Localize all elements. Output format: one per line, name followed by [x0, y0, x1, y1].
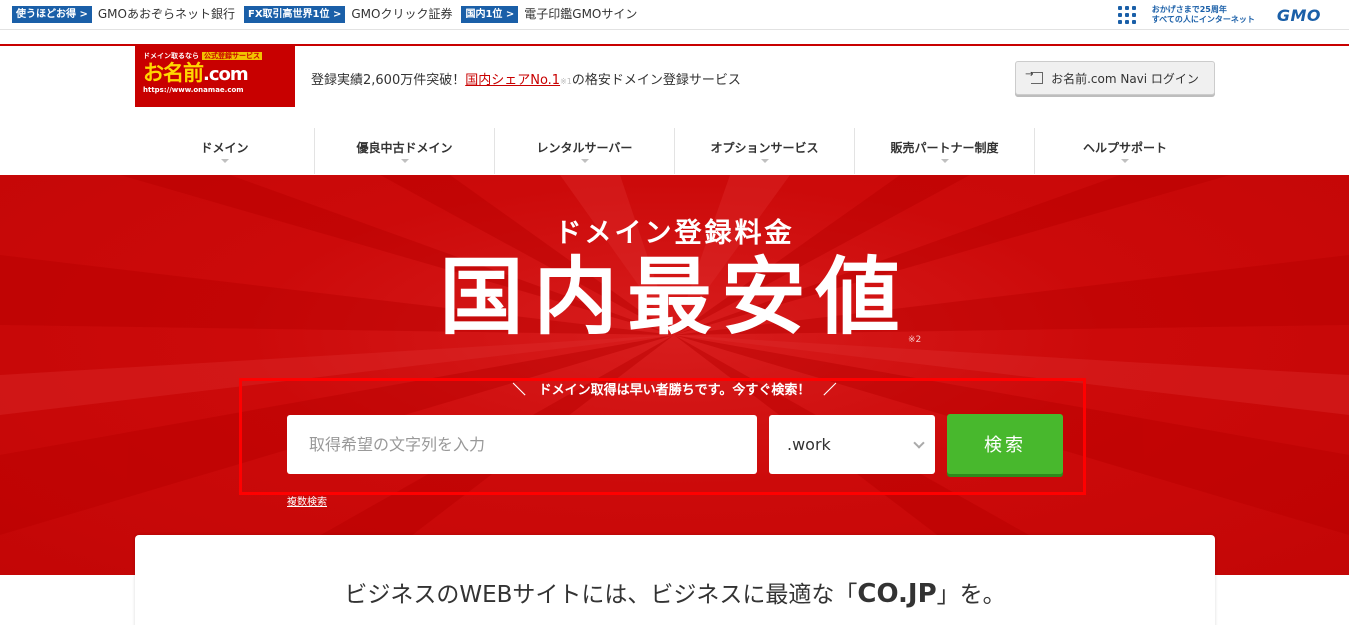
nav-item-partner[interactable]: 販売パートナー制度 — [855, 128, 1035, 174]
chevron-down-icon — [221, 159, 229, 163]
tld-selected-value: .work — [787, 435, 831, 454]
login-icon — [1025, 69, 1044, 84]
service-grid-icon[interactable] — [1117, 6, 1136, 24]
multi-search-link[interactable]: 複数検索 — [287, 493, 327, 508]
promo-text-after: 」を。 — [936, 582, 1006, 608]
anniversary-line2: すべての人にインターネット — [1151, 15, 1255, 24]
tagline-footnote: ※1 — [560, 77, 572, 86]
search-button[interactable]: 検索 — [947, 414, 1063, 474]
chevron-down-icon — [941, 159, 949, 163]
promo-cojp: CO.JP — [857, 579, 937, 609]
group-links: 使うほどお得 > GMOあおぞらネット銀行 FX取引高世界1位 > GMOクリッ… — [12, 6, 646, 23]
nav-label: ヘルプサポート — [1082, 141, 1167, 155]
chevron-down-icon — [761, 159, 769, 163]
nav-item-rental-server[interactable]: レンタルサーバー — [495, 128, 675, 174]
search-caption: ＼ ドメイン取得は早い者勝ちです。今すぐ検索！ ／ — [512, 383, 837, 398]
logo-main-text: お名前 — [143, 61, 204, 85]
anniversary-badge: おかげさまで25周年 すべての人にインターネット — [1152, 5, 1255, 25]
chevron-down-icon — [1121, 159, 1129, 163]
link-gmo-sign[interactable]: 電子印鑑GMOサイン — [524, 6, 637, 23]
cojp-promo-text: ビジネスのWEBサイトには、ビジネスに最適な「CO.JP」を。 — [135, 575, 1215, 609]
nav-label: ドメイン — [200, 141, 249, 155]
promo-badge-bank[interactable]: 使うほどお得 > — [12, 6, 92, 23]
header-tagline: 登録実績2,600万件突破！国内シェアNo.1※1の格安ドメイン登録サービス — [311, 69, 741, 88]
logo-dotcom-text: .com — [203, 64, 249, 85]
logo-official-badge: 公式登録サービス — [202, 52, 262, 60]
hero-title: 国内最安値 — [439, 248, 910, 346]
navi-login-label: お名前.com Navi ログイン — [1051, 71, 1199, 86]
nav-item-help[interactable]: ヘルプサポート — [1035, 128, 1215, 174]
logo-url: https://www.onamae.com — [143, 86, 244, 94]
nav-label: 販売パートナー制度 — [890, 141, 999, 155]
promo-badge-sign[interactable]: 国内1位 > — [461, 6, 519, 23]
cojp-promo-card: ビジネスのWEBサイトには、ビジネスに最適な「CO.JP」を。 — [135, 535, 1215, 625]
link-gmo-click-securities[interactable]: GMOクリック証券 — [351, 6, 452, 23]
nav-label: 優良中古ドメイン — [356, 141, 453, 155]
tagline-record: 登録実績2,600万件突破！ — [311, 73, 466, 88]
nav-item-domain[interactable]: ドメイン — [135, 128, 315, 174]
tagline-service: の格安ドメイン登録サービス — [571, 73, 741, 88]
nav-item-used-domain[interactable]: 優良中古ドメイン — [315, 128, 495, 174]
nav-label: オプションサービス — [710, 141, 819, 155]
hero-banner: ドメイン登録料金 国内最安値 ※2 ＼ ドメイン取得は早い者勝ちです。今すぐ検索… — [0, 175, 1349, 575]
nav-item-options[interactable]: オプションサービス — [675, 128, 855, 174]
anniversary-line1: おかげさまで25周年 — [1151, 5, 1227, 14]
chevron-down-icon — [401, 159, 409, 163]
gmo-group-bar: 使うほどお得 > GMOあおぞらネット銀行 FX取引高世界1位 > GMOクリッ… — [0, 0, 1349, 30]
onamae-logo[interactable]: ドメイン取るなら 公式登録サービス お名前.com https://www.ona… — [135, 46, 295, 107]
domain-search-input[interactable] — [287, 415, 757, 474]
chevron-down-icon — [913, 437, 925, 449]
gmo-logo[interactable]: GMO — [1277, 6, 1321, 25]
global-nav: ドメイン 優良中古ドメイン レンタルサーバー オプションサービス 販売パートナー… — [135, 128, 1215, 174]
hero-subtitle: ドメイン登録料金 — [554, 218, 795, 249]
promo-text-before: ビジネスのWEBサイトには、ビジネスに最適な「 — [344, 582, 858, 608]
nav-label: レンタルサーバー — [536, 141, 633, 155]
promo-badge-fx[interactable]: FX取引高世界1位 > — [243, 6, 346, 23]
logo-tagline: ドメイン取るなら — [143, 52, 199, 60]
tld-select[interactable]: .work — [769, 415, 935, 474]
navi-login-button[interactable]: お名前.com Navi ログイン — [1015, 61, 1215, 95]
link-gmo-aozora-bank[interactable]: GMOあおぞらネット銀行 — [98, 6, 235, 23]
group-brand-area: おかげさまで25周年 すべての人にインターネット GMO — [1117, 5, 1321, 25]
tagline-share-link[interactable]: 国内シェアNo.1 — [465, 73, 560, 88]
chevron-down-icon — [581, 159, 589, 163]
hero-footnote: ※2 — [908, 335, 922, 345]
